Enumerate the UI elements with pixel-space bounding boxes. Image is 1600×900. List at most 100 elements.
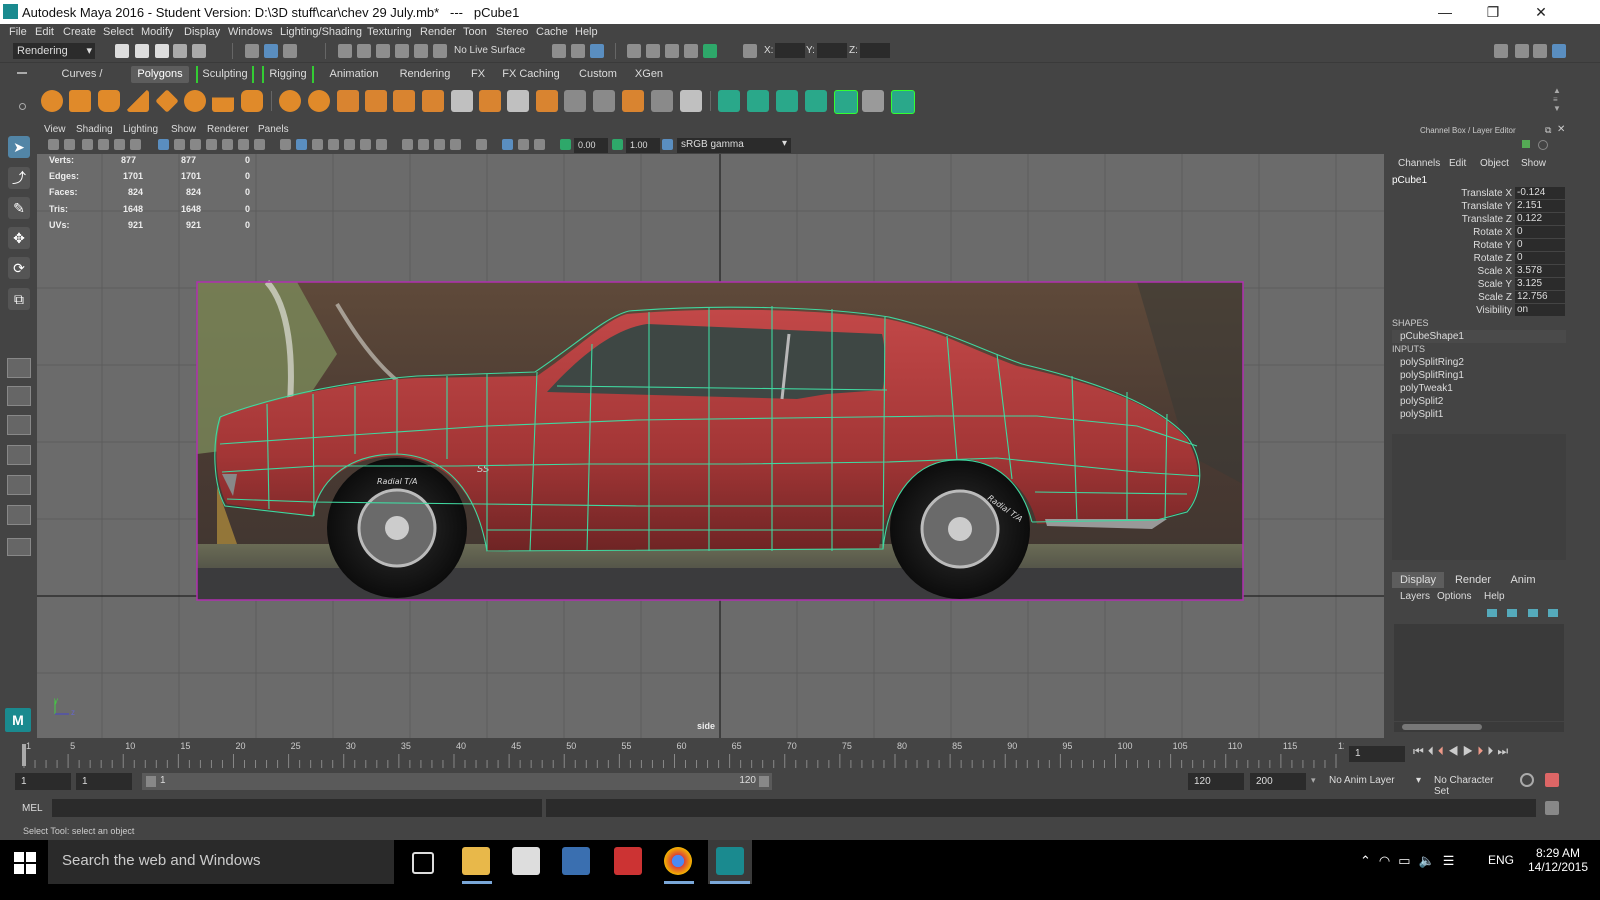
channel-rotate-z-value[interactable]: 0 <box>1515 252 1565 264</box>
menu-toon[interactable]: Toon <box>463 26 487 38</box>
viewport-menu-view[interactable]: View <box>44 124 66 135</box>
scrollbar-thumb[interactable] <box>1402 724 1482 730</box>
poly-cone-icon[interactable] <box>127 90 149 112</box>
step-back-key-icon[interactable]: ⏴ <box>1438 744 1448 758</box>
merge-icon[interactable] <box>622 90 644 112</box>
xray-active-icon[interactable] <box>502 139 513 150</box>
exposure-icon[interactable] <box>560 139 571 150</box>
action-center-icon[interactable]: ☰ <box>1443 853 1463 868</box>
viewport-menu-show[interactable]: Show <box>171 124 196 135</box>
channel-box-toggle-icon[interactable] <box>1552 44 1566 58</box>
layer-list[interactable] <box>1394 624 1564 721</box>
camera-attributes-icon[interactable] <box>48 139 59 150</box>
channel-translate-y-value[interactable]: 2.151 <box>1515 200 1565 212</box>
render-current-icon[interactable] <box>646 44 660 58</box>
channel-box-tool-icon[interactable] <box>1538 140 1548 150</box>
channel-translate-x-label[interactable]: Translate X <box>1430 188 1512 199</box>
snap-curve-icon[interactable] <box>357 44 371 58</box>
field-chart-icon[interactable] <box>206 139 217 150</box>
shelf-tab-rigging[interactable]: Rigging <box>262 66 314 83</box>
channel-rotate-z-label[interactable]: Rotate Z <box>1430 253 1512 264</box>
channel-translate-x-value[interactable]: -0.124 <box>1515 187 1565 199</box>
rotate-tool-icon[interactable]: ⟳ <box>8 257 30 279</box>
redo-icon[interactable] <box>192 44 206 58</box>
close-button[interactable]: ✕ <box>1526 3 1556 21</box>
object-name[interactable]: pCube1 <box>1392 175 1427 186</box>
planar-uv-icon[interactable] <box>718 90 740 112</box>
channel-visibility-value[interactable]: on <box>1515 304 1565 316</box>
select-by-component-icon[interactable] <box>283 44 297 58</box>
poly-sphere-icon[interactable] <box>41 90 63 112</box>
boolean-difference-icon[interactable] <box>422 90 444 112</box>
xray-icon[interactable] <box>450 139 461 150</box>
bevel-icon[interactable] <box>536 90 558 112</box>
undo-icon[interactable] <box>173 44 187 58</box>
menu-modify[interactable]: Modify <box>141 26 173 38</box>
volume-icon[interactable]: 🔈 <box>1419 853 1443 868</box>
snap-grid-icon[interactable] <box>338 44 352 58</box>
motion-blur-icon[interactable] <box>376 139 387 150</box>
grid-icon[interactable] <box>130 139 141 150</box>
channel-scale-z-value[interactable]: 12.756 <box>1515 291 1565 303</box>
snap-live-icon[interactable] <box>433 44 447 58</box>
open-scene-icon[interactable] <box>135 44 149 58</box>
custom-layout-icon[interactable] <box>7 538 31 556</box>
image-plane[interactable]: Radial T/A Radial T/A SS <box>196 279 1244 601</box>
character-set-dropdown[interactable]: No Character Set <box>1430 773 1515 797</box>
viewport-menu-shading[interactable]: Shading <box>76 124 113 135</box>
windows-start-icon[interactable] <box>14 852 36 874</box>
go-to-end-icon[interactable]: ⏭ <box>1497 744 1512 758</box>
task-view-icon[interactable] <box>412 852 434 874</box>
input-ops-icon[interactable] <box>552 44 566 58</box>
show-menu[interactable]: Show <box>1521 158 1546 169</box>
chevron-up-icon[interactable]: ⌃ <box>1360 853 1379 868</box>
boolean-union-icon[interactable] <box>393 90 415 112</box>
two-d-pan-zoom-icon[interactable] <box>98 139 109 150</box>
transform-mode-icon[interactable] <box>743 44 757 58</box>
scale-tool-icon[interactable]: ⧉ <box>8 288 30 310</box>
outliner-layout-icon[interactable] <box>7 505 31 525</box>
input-node-item[interactable]: polySplitRing1 <box>1400 370 1464 381</box>
image-plane-icon[interactable] <box>82 139 93 150</box>
view-transform-dropdown[interactable]: sRGB gamma ▾ <box>677 138 791 153</box>
screen-space-ao-icon[interactable] <box>360 139 371 150</box>
animation-preferences-icon[interactable] <box>1545 773 1559 787</box>
chevron-down-icon[interactable]: ▾ <box>1311 775 1316 786</box>
z-input[interactable] <box>860 43 890 58</box>
combine-icon[interactable] <box>279 90 301 112</box>
ipr-render-icon[interactable] <box>665 44 679 58</box>
object-menu[interactable]: Object <box>1480 158 1509 169</box>
safe-action-icon[interactable] <box>222 139 233 150</box>
playback-start-field[interactable]: 1 <box>76 773 132 790</box>
channel-scale-x-label[interactable]: Scale X <box>1430 266 1512 277</box>
camera-bookmark-icon[interactable] <box>64 139 75 150</box>
channel-scale-x-value[interactable]: 3.578 <box>1515 265 1565 277</box>
uv-editor-icon[interactable] <box>834 90 858 114</box>
exposure-toggle-icon[interactable] <box>518 139 529 150</box>
edit-menu[interactable]: Edit <box>1449 158 1466 169</box>
layer-options-menu[interactable]: Options <box>1437 591 1471 602</box>
viewport-panel[interactable]: Radial T/A Radial T/A SS Verts: 877 877 … <box>37 154 1384 738</box>
film-gate-icon[interactable] <box>158 139 169 150</box>
menu-render[interactable]: Render <box>420 26 456 38</box>
checker-icon[interactable] <box>862 90 884 112</box>
shape-node-item[interactable]: pCubeShape1 <box>1392 330 1566 343</box>
menu-edit[interactable]: Edit <box>35 26 54 38</box>
menuset-dropdown[interactable]: Rendering ▾ <box>13 43 95 59</box>
resolution-gate-icon[interactable] <box>174 139 185 150</box>
single-perspective-layout-icon[interactable] <box>7 358 31 378</box>
snap-point-icon[interactable] <box>376 44 390 58</box>
taskbar-search-box[interactable]: Search the web and Windows <box>48 840 394 884</box>
channel-box-attribute-icon[interactable] <box>1522 140 1530 148</box>
move-tool-icon[interactable]: ✥ <box>8 227 30 249</box>
range-end-handle[interactable] <box>759 776 769 787</box>
menu-display[interactable]: Display <box>184 26 220 38</box>
chrome-icon[interactable] <box>664 847 692 875</box>
shelf-tab-rendering[interactable]: Rendering <box>394 66 456 83</box>
panel-float-icon[interactable]: ⧉ <box>1545 125 1551 136</box>
shelf-tab-animation[interactable]: Animation <box>323 66 385 83</box>
unfold-icon[interactable] <box>891 90 915 114</box>
step-forward-key-icon[interactable]: ⏵ <box>1477 744 1487 758</box>
menu-help[interactable]: Help <box>575 26 598 38</box>
maya-taskbar-button[interactable] <box>708 840 752 884</box>
